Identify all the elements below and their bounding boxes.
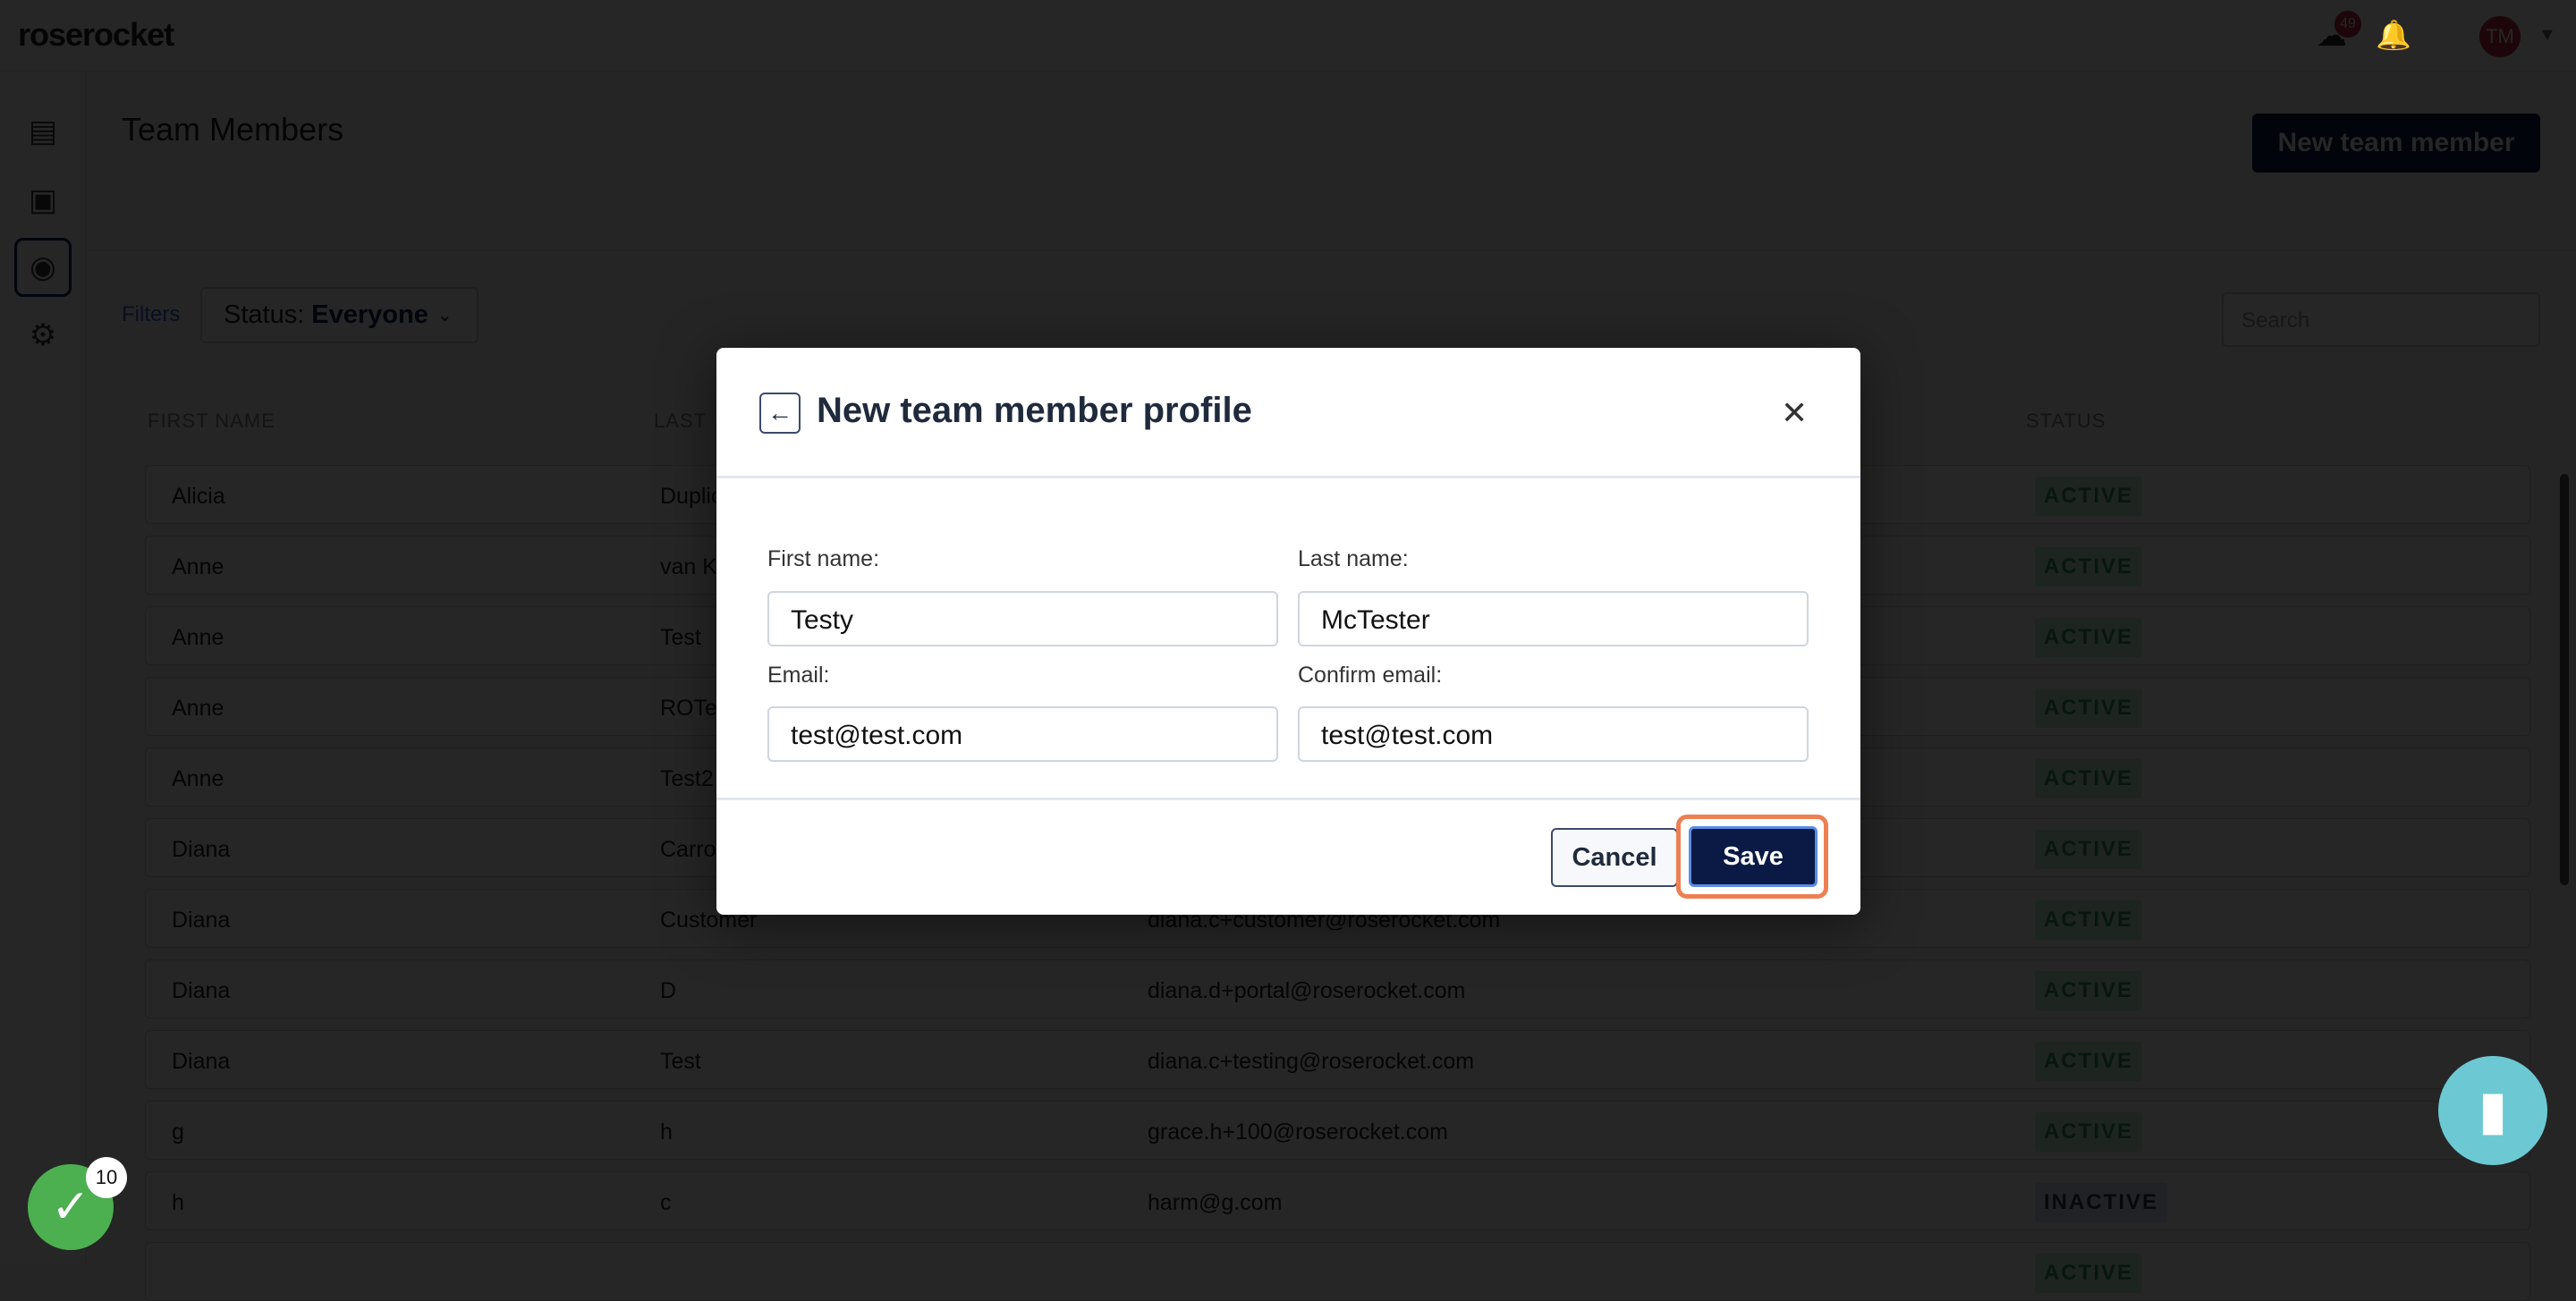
status-badge: ACTIVE [2035,1254,2143,1293]
notification-badge: 49 [2334,11,2361,38]
first-name-cell: Alicia [172,484,225,509]
first-name-cell: Anne [172,625,225,650]
tasks-count-badge: 10 [86,1157,127,1198]
checkmark-icon: ✓ [51,1181,90,1233]
last-name-cell: Duplic [660,484,723,509]
first-name-label: First name: [767,546,880,571]
status-badge: ACTIVE [2035,759,2143,798]
last-name-label: Last name: [1298,546,1409,571]
last-name-cell: D [660,978,677,1003]
last-name-field[interactable]: McTester [1298,591,1809,646]
status-badge: ACTIVE [2035,689,2143,728]
status-badge: ACTIVE [2035,971,2143,1010]
status-badge: ACTIVE [2035,1042,2143,1081]
last-name-cell: h [660,1119,673,1145]
status-badge: ACTIVE [2035,900,2143,940]
divider [716,476,1860,478]
first-name-cell: Diana [172,837,231,862]
first-name-cell: h [172,1190,184,1215]
search-input[interactable]: Search [2222,292,2540,347]
last-name-cell: Carro [660,837,716,862]
status-badge: INACTIVE [2035,1183,2168,1222]
table-row[interactable]: h c harm@g.com INACTIVE [145,1171,2530,1230]
sidebar: ▤ ▣ ◉ ⚙ [0,72,86,1264]
close-icon[interactable]: ✕ [1781,394,1808,432]
scrollbar[interactable] [2560,474,2569,885]
divider [716,798,1860,800]
status-badge: ACTIVE [2035,830,2143,869]
table-row[interactable]: ACTIVE [145,1242,2530,1301]
confirm-email-field[interactable]: test@test.com [1298,706,1809,762]
email-cell: grace.h+100@roserocket.com [1148,1119,1448,1145]
status-badge: ACTIVE [2035,477,2143,516]
last-name-cell: Test2 [660,766,714,791]
team-icon[interactable]: ◉ [14,238,72,297]
status-badge: ACTIVE [2035,1112,2143,1152]
table-row[interactable]: Diana D diana.d+portal@roserocket.com AC… [145,959,2530,1018]
email-cell: harm@g.com [1148,1190,1283,1215]
chat-widget-button[interactable]: ▮ [2438,1056,2547,1165]
email-cell: diana.c+testing@roserocket.com [1148,1049,1475,1074]
last-name-cell: Test [660,625,701,650]
column-header-status[interactable]: STATUS [2026,410,2106,433]
contact-card-icon[interactable]: ▣ [21,179,64,222]
first-name-cell: Anne [172,766,225,791]
status-value: Everyone [311,300,428,329]
first-name-field[interactable]: Testy [767,591,1278,646]
last-name-cell: ROTe [660,696,717,721]
column-header-first-name[interactable]: FIRST NAME [148,410,275,433]
confirm-email-label: Confirm email: [1298,663,1443,688]
first-name-cell: Anne [172,696,225,721]
table-row[interactable]: Diana Test diana.c+testing@roserocket.co… [145,1030,2530,1089]
new-team-member-button[interactable]: New team member [2252,114,2540,173]
document-icon[interactable]: ▤ [21,110,64,153]
modal-title: New team member profile [817,391,1252,430]
gear-icon[interactable]: ⚙ [21,314,64,357]
column-header-last-name[interactable]: LAST [654,410,707,433]
back-arrow-icon[interactable]: ← [759,393,801,434]
first-name-cell: Diana [172,978,231,1003]
last-name-cell: c [660,1190,672,1215]
status-filter-dropdown[interactable]: Status: Everyone ⌄ [200,287,479,343]
new-team-member-modal: ← New team member profile ✕ First name: … [716,348,1860,915]
logo[interactable]: roserocket [18,16,174,54]
email-field[interactable]: test@test.com [767,706,1278,762]
first-name-cell: Anne [172,554,225,579]
bell-icon[interactable]: 🔔 [2376,18,2411,52]
email-cell: diana.d+portal@roserocket.com [1148,978,1466,1003]
first-name-cell: Diana [172,1049,231,1074]
status-badge: ACTIVE [2035,547,2143,587]
last-name-cell: van K [660,554,717,579]
filters-label: Filters [122,302,181,326]
last-name-cell: Test [660,1049,701,1074]
first-name-cell: Diana [172,908,231,933]
divider [86,249,2576,250]
page-title: Team Members [122,111,344,148]
chevron-down-icon[interactable]: ▼ [2538,25,2556,46]
first-name-cell: g [172,1119,184,1145]
status-label: Status: [224,300,305,329]
chevron-down-icon: ⌄ [436,306,453,325]
avatar[interactable]: TM [2479,16,2521,57]
chat-icon: ▮ [2478,1080,2508,1140]
save-button[interactable]: Save [1689,826,1818,887]
table-row[interactable]: g h grace.h+100@roserocket.com ACTIVE [145,1101,2530,1160]
top-bar: roserocket ☁ 49 🔔 TM ▼ [0,0,2576,72]
status-badge: ACTIVE [2035,618,2143,657]
cancel-button[interactable]: Cancel [1551,828,1678,887]
email-label: Email: [767,663,830,688]
